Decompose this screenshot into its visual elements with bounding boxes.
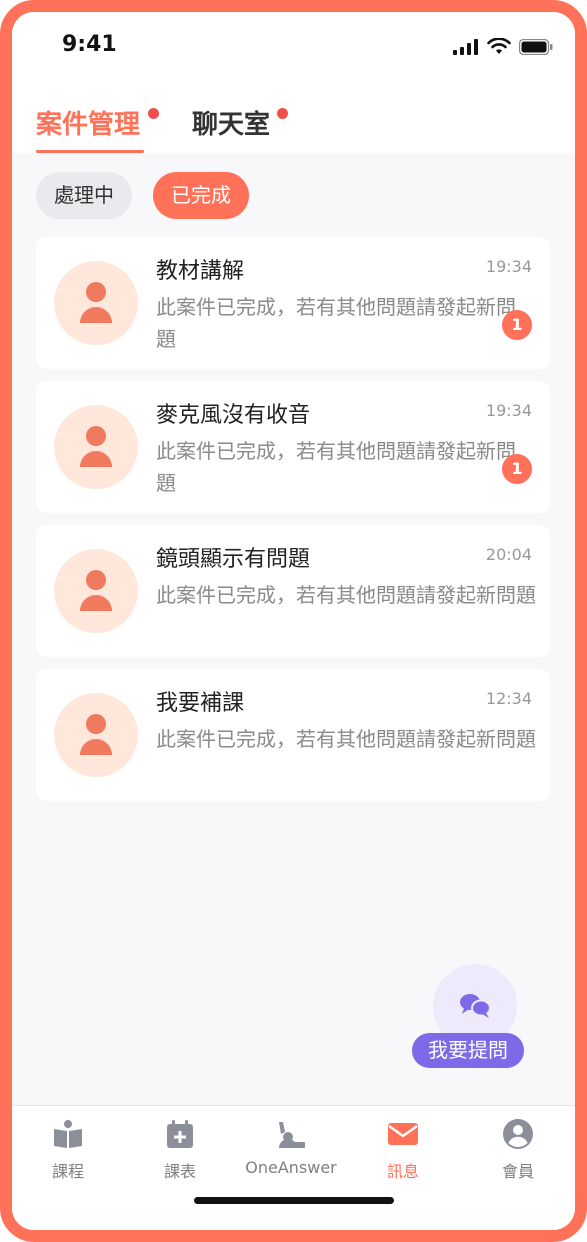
case-time: 20:04: [485, 545, 532, 564]
user-avatar-icon: [80, 282, 112, 323]
tab-chat-room[interactable]: 聊天室: [192, 104, 270, 141]
unread-badge: 1: [502, 310, 532, 340]
phone-frame: 9:41 案件管理 聊天室 處理中 已完成 教材講解 19:34 此案件已完成，…: [0, 0, 587, 1242]
tab-case-management-dot: [148, 108, 159, 119]
nav-courses-label: 課程: [51, 1162, 84, 1181]
top-tabs: 案件管理 聊天室: [12, 88, 575, 153]
user-circle-icon: [503, 1119, 533, 1149]
calendar-plus-icon: [167, 1120, 193, 1148]
nav-courses[interactable]: 課程: [13, 1118, 123, 1182]
tab-case-management[interactable]: 案件管理: [36, 104, 140, 141]
unread-badge: 1: [502, 454, 532, 484]
case-title: 教材講解: [156, 259, 245, 284]
ask-question-button[interactable]: 我要提問: [412, 1033, 524, 1068]
screen: 9:41 案件管理 聊天室 處理中 已完成 教材講解 19:34 此案件已完成，…: [12, 12, 575, 1230]
case-card[interactable]: 我要補課 12:34 此案件已完成，若有其他問題請發起新問題: [36, 669, 550, 801]
case-title: 麥克風沒有收音: [156, 403, 311, 428]
filter-completed[interactable]: 已完成: [153, 172, 249, 219]
nav-member[interactable]: 會員: [463, 1118, 573, 1182]
avatar: [54, 405, 138, 489]
case-description: 此案件已完成，若有其他問題請發起新問題: [156, 295, 516, 351]
nav-schedule[interactable]: 課表: [125, 1118, 235, 1182]
avatar: [54, 693, 138, 777]
avatar: [54, 549, 138, 633]
case-description: 此案件已完成，若有其他問題請發起新問題: [156, 583, 536, 607]
case-time: 19:34: [485, 401, 532, 420]
battery-icon: [519, 38, 553, 55]
status-icons: [453, 38, 553, 55]
case-time: 19:34: [485, 257, 532, 276]
envelope-icon: [388, 1123, 418, 1145]
case-card[interactable]: 麥克風沒有收音 19:34 此案件已完成，若有其他問題請發起新問題 1: [36, 381, 550, 513]
signal-icon: [453, 38, 478, 55]
user-avatar-icon: [80, 714, 112, 755]
user-avatar-icon: [80, 570, 112, 611]
tab-chat-room-dot: [277, 108, 288, 119]
case-card[interactable]: 鏡頭顯示有問題 20:04 此案件已完成，若有其他問題請發起新問題: [36, 525, 550, 657]
hand-raise-icon: [279, 1122, 305, 1148]
case-description: 此案件已完成，若有其他問題請發起新問題: [156, 439, 516, 495]
status-filters: 處理中 已完成: [12, 172, 575, 222]
nav-oneanswer-label: OneAnswer: [245, 1158, 337, 1177]
case-description: 此案件已完成，若有其他問題請發起新問題: [156, 727, 536, 751]
nav-schedule-label: 課表: [163, 1162, 196, 1181]
case-title: 我要補課: [156, 691, 245, 716]
user-avatar-icon: [80, 426, 112, 467]
book-icon: [54, 1120, 82, 1148]
nav-messages-label: 訊息: [386, 1162, 419, 1181]
nav-oneanswer[interactable]: OneAnswer: [236, 1118, 346, 1177]
nav-messages[interactable]: 訊息: [348, 1118, 458, 1182]
case-time: 12:34: [485, 689, 532, 708]
status-time: 9:41: [62, 32, 117, 57]
status-bar: 9:41: [12, 12, 575, 88]
case-title: 鏡頭顯示有問題: [156, 547, 311, 572]
wifi-icon: [487, 38, 511, 54]
case-card[interactable]: 教材講解 19:34 此案件已完成，若有其他問題請發起新問題 1: [36, 237, 550, 369]
nav-member-label: 會員: [501, 1162, 534, 1181]
filter-processing[interactable]: 處理中: [36, 172, 132, 219]
home-indicator: [194, 1197, 394, 1204]
avatar: [54, 261, 138, 345]
bottom-nav: 課程 課表 OneAnswer 訊息 會員: [12, 1105, 575, 1230]
active-tab-underline: [36, 150, 144, 153]
